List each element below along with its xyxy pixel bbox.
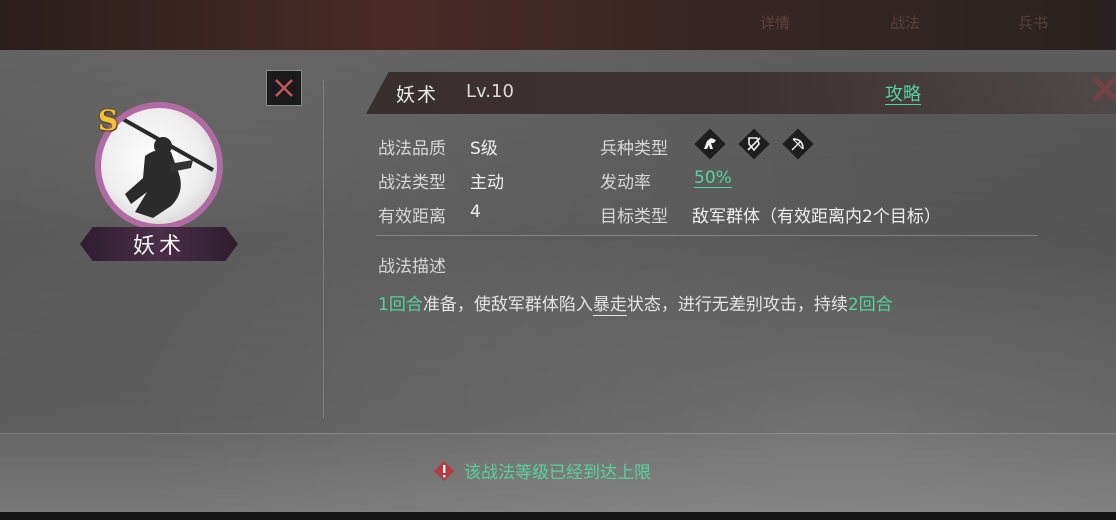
bow-icon <box>782 128 814 160</box>
skill-name-plate: 妖术 <box>80 227 238 261</box>
skill-name: 妖术 <box>396 84 439 106</box>
skill-name-plate-label: 妖术 <box>132 234 185 259</box>
description-part1: 准备，使敌军群体陷入 <box>422 295 593 315</box>
close-icon <box>275 79 293 97</box>
guide-link[interactable]: 攻略 <box>885 80 921 106</box>
menu-ghost-1: 详情 <box>760 14 791 32</box>
top-menu-bar: 详情 战法 兵书 <box>0 0 1116 50</box>
range-label: 有效距离 <box>378 207 446 227</box>
level-limit-message: 该战法等级已经到达上限 <box>464 463 651 483</box>
prep-turns: 1回合 <box>378 295 423 315</box>
horizontal-divider <box>376 235 1038 236</box>
grade-badge: S <box>98 104 119 137</box>
description-heading: 战法描述 <box>378 257 446 277</box>
target-type-value: 敌军群体（有效距离内2个目标） <box>692 207 941 227</box>
warning-icon <box>434 460 454 481</box>
skill-description: 1回合准备，使敌军群体陷入暴走状态，进行无差别攻击，持续2回合 <box>378 290 893 315</box>
type-value: 主动 <box>470 173 504 193</box>
cavalry-icon <box>694 128 726 160</box>
type-label: 战法类型 <box>378 173 446 193</box>
trigger-rate-label: 发动率 <box>600 173 651 193</box>
menu-ghost-2: 战法 <box>890 14 921 32</box>
description-part2: 状态，进行无差别攻击，持续 <box>626 295 848 315</box>
quality-value: S级 <box>470 139 498 159</box>
quality-label: 战法品质 <box>378 139 446 159</box>
bottom-strip <box>0 512 1116 520</box>
duration-turns: 2回合 <box>847 295 893 315</box>
level-limit-notice: 该战法等级已经到达上限 <box>432 458 651 483</box>
menu-ghost-3: 兵书 <box>1018 14 1049 32</box>
troop-type-label: 兵种类型 <box>600 139 668 159</box>
skill-level: Lv.10 <box>466 81 514 102</box>
shield-icon <box>738 128 770 160</box>
close-button[interactable] <box>266 70 302 106</box>
range-value: 4 <box>470 202 481 222</box>
warrior-portrait-icon <box>101 108 217 224</box>
trigger-rate-value[interactable]: 50% <box>694 168 732 188</box>
skill-detail-panel: S 妖术 妖术 Lv.10 攻略 战法品质 S级 战法类型 主动 有效距离 4 … <box>0 50 1116 513</box>
vertical-divider <box>323 80 324 418</box>
target-type-label: 目标类型 <box>600 207 668 227</box>
status-keyword[interactable]: 暴走 <box>593 295 627 315</box>
